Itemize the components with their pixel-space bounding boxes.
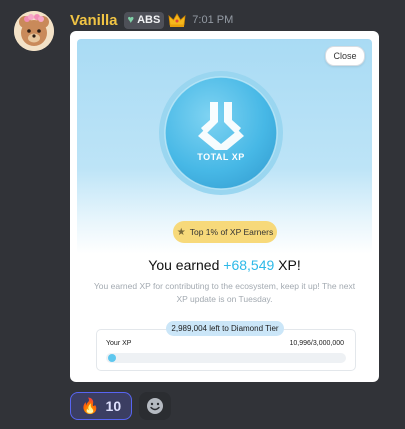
fire-icon: 🔥 (80, 398, 100, 415)
add-reaction-button[interactable] (139, 392, 171, 420)
user-avatar[interactable] (14, 11, 54, 51)
earned-amount: +68,549 (223, 257, 275, 273)
coin-label: TOTAL XP (197, 152, 245, 162)
abstract-logo-icon (159, 71, 283, 195)
smiley-icon (147, 398, 163, 414)
crown-icon (168, 13, 186, 27)
close-button[interactable]: Close (325, 46, 365, 66)
xp-embed-card: Close TOTAL XP ★ Top 1% of XP Earners Yo… (70, 31, 379, 382)
heart-icon: ♥ (127, 13, 135, 26)
earned-description: You earned XP for contributing to the ec… (93, 281, 356, 304)
server-tag[interactable]: ♥ ABS (123, 11, 165, 29)
xp-progress-fill (108, 354, 116, 362)
server-tag-label: ABS (137, 14, 161, 26)
rank-badge: ★ Top 1% of XP Earners (173, 221, 277, 243)
earned-heading: You earned +68,549 XP! (70, 257, 379, 273)
reaction-count: 10 (105, 398, 122, 414)
earned-prefix: You earned (148, 257, 224, 273)
rank-badge-label: Top 1% of XP Earners (189, 227, 274, 237)
your-xp-label: Your XP (106, 340, 132, 347)
star-icon: ★ (176, 226, 186, 238)
xp-value: 10,996/3,000,000 (289, 340, 345, 347)
earned-suffix: XP! (274, 257, 301, 273)
username[interactable]: Vanilla (70, 12, 118, 29)
fire-reaction-button[interactable]: 🔥 10 (70, 392, 132, 420)
timestamp: 7:01 PM (192, 14, 234, 26)
message-header: Vanilla ♥ ABS 7:01 PM (70, 10, 233, 30)
tier-progress-pill: 2,989,004 left to Diamond Tier (166, 321, 284, 336)
xp-progress-bar (106, 353, 346, 363)
total-xp-coin: TOTAL XP (158, 70, 284, 196)
